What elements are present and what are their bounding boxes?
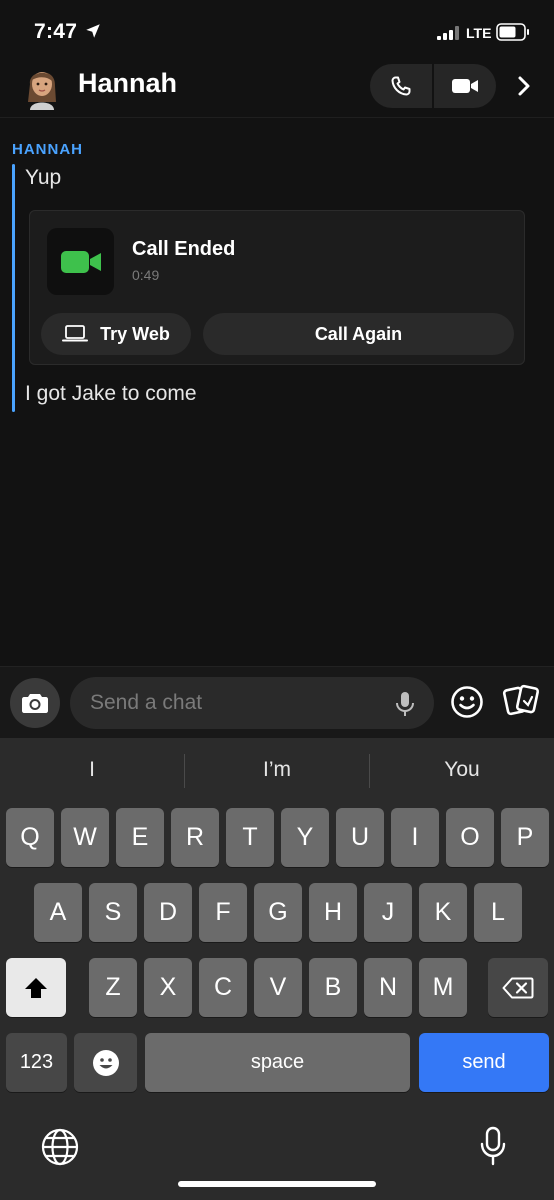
key-f[interactable]: F: [199, 883, 247, 942]
key-n[interactable]: N: [364, 958, 412, 1017]
network-type: LTE: [466, 25, 492, 41]
contact-name[interactable]: Hannah: [78, 68, 177, 99]
key-a[interactable]: A: [34, 883, 82, 942]
video-icon: [452, 79, 478, 93]
key-v[interactable]: V: [254, 958, 302, 1017]
key-r[interactable]: R: [171, 808, 219, 867]
status-time: 7:47: [34, 20, 78, 43]
key-u[interactable]: U: [336, 808, 384, 867]
sender-label: HANNAH: [12, 141, 83, 158]
chevron-right-icon: [518, 76, 530, 96]
key-d[interactable]: D: [144, 883, 192, 942]
key-o[interactable]: O: [446, 808, 494, 867]
camera-button[interactable]: [10, 678, 60, 728]
key-s[interactable]: S: [89, 883, 137, 942]
call-again-label: Call Again: [314, 323, 403, 344]
call-title: Call Ended: [132, 238, 236, 260]
home-indicator[interactable]: [178, 1181, 376, 1187]
key-t[interactable]: T: [226, 808, 274, 867]
camera-icon: [22, 694, 48, 713]
chat-header: Hannah: [0, 56, 554, 118]
call-actions: [370, 64, 496, 108]
signal-icon: [437, 26, 459, 40]
try-web-button[interactable]: Try Web: [41, 313, 191, 355]
key-l[interactable]: L: [474, 883, 522, 942]
key-j[interactable]: J: [364, 883, 412, 942]
call-ended-card: Call Ended 0:49 Try Web Call Again: [29, 210, 525, 365]
message-text[interactable]: I got Jake to come: [25, 382, 197, 406]
key-k[interactable]: K: [419, 883, 467, 942]
avatar[interactable]: [22, 62, 62, 110]
emoji-icon: [92, 1049, 119, 1076]
key-h[interactable]: H: [309, 883, 357, 942]
try-web-label: Try Web: [100, 323, 170, 344]
chat-input[interactable]: [70, 677, 434, 729]
dictation-microphone-icon[interactable]: [478, 1126, 508, 1166]
call-duration: 0:49: [132, 267, 160, 283]
key-b[interactable]: B: [309, 958, 357, 1017]
shift-icon: [25, 977, 47, 998]
key-p[interactable]: P: [501, 808, 549, 867]
chat-details-button[interactable]: [510, 72, 538, 100]
cards-icon[interactable]: [502, 683, 540, 719]
message-text[interactable]: Yup: [25, 166, 61, 190]
shift-key[interactable]: [6, 958, 66, 1017]
microphone-icon[interactable]: [393, 691, 417, 717]
key-q[interactable]: Q: [6, 808, 54, 867]
chat-composer: [0, 666, 554, 738]
video-call-button[interactable]: [434, 64, 496, 108]
emoji-key[interactable]: [74, 1033, 137, 1092]
suggestion-3[interactable]: You: [370, 758, 554, 784]
key-w[interactable]: W: [61, 808, 109, 867]
video-camera-icon: [60, 250, 101, 273]
call-type-icon-box: [47, 228, 114, 295]
voice-call-button[interactable]: [370, 64, 432, 108]
send-key[interactable]: send: [419, 1033, 549, 1092]
emoji-icon[interactable]: [450, 685, 484, 719]
key-i[interactable]: I: [391, 808, 439, 867]
key-z[interactable]: Z: [89, 958, 137, 1017]
laptop-icon: [62, 325, 89, 342]
numbers-key[interactable]: 123: [6, 1033, 67, 1092]
battery-icon: [496, 23, 529, 41]
call-again-button[interactable]: Call Again: [203, 313, 514, 355]
location-arrow-icon: [86, 24, 100, 38]
globe-icon[interactable]: [40, 1127, 80, 1167]
key-x[interactable]: X: [144, 958, 192, 1017]
message-group-bar: [12, 164, 15, 412]
key-g[interactable]: G: [254, 883, 302, 942]
suggestion-2[interactable]: I’m: [185, 758, 369, 784]
key-e[interactable]: E: [116, 808, 164, 867]
key-m[interactable]: M: [419, 958, 467, 1017]
phone-icon: [391, 76, 411, 96]
space-key[interactable]: space: [145, 1033, 410, 1092]
status-bar: 7:47 LTE: [0, 0, 554, 60]
key-y[interactable]: Y: [281, 808, 329, 867]
keyboard: I I’m You Q W E R T Y U I O P A S D F G …: [0, 738, 554, 1200]
backspace-icon: [502, 977, 534, 998]
backspace-key[interactable]: [488, 958, 548, 1017]
suggestion-1[interactable]: I: [0, 758, 184, 784]
key-c[interactable]: C: [199, 958, 247, 1017]
